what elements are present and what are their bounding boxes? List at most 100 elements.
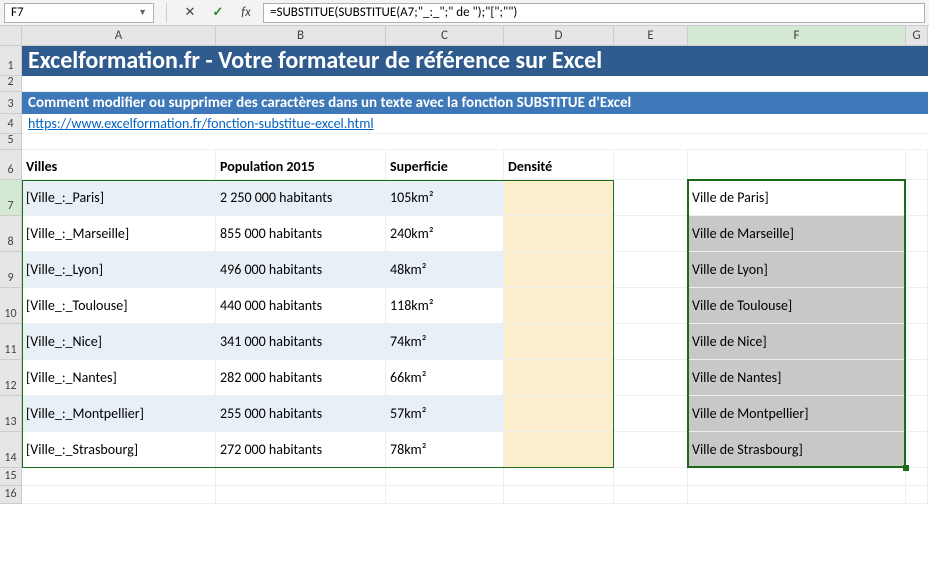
cell-sup-8[interactable]: 240km² [386, 216, 504, 252]
col-header-D[interactable]: D [504, 26, 614, 46]
cell-F9[interactable]: Ville de Lyon] [688, 252, 906, 288]
row-header-2[interactable]: 2 [0, 76, 22, 92]
cell-G16[interactable] [906, 486, 928, 504]
cell-E16[interactable] [614, 486, 688, 504]
formula-input[interactable]: =SUBSTITUE(SUBSTITUE(A7;"_:_";" de ");"[… [263, 3, 925, 23]
row-header-5[interactable]: 5 [0, 134, 22, 150]
cell-D15[interactable] [504, 468, 614, 486]
header-villes[interactable]: Villes [22, 150, 216, 180]
cell-E13[interactable] [614, 396, 688, 432]
cell-G9[interactable] [906, 252, 928, 288]
cell-sup-13[interactable]: 57km² [386, 396, 504, 432]
cell-E9[interactable] [614, 252, 688, 288]
cell-A15[interactable] [22, 468, 216, 486]
cell-dens-13[interactable] [504, 396, 614, 432]
row-header-16[interactable]: 16 [0, 486, 22, 504]
cell-B15[interactable] [216, 468, 386, 486]
cell-G10[interactable] [906, 288, 928, 324]
cell-D16[interactable] [504, 486, 614, 504]
cell-sup-14[interactable]: 78km² [386, 432, 504, 468]
col-header-G[interactable]: G [906, 26, 928, 46]
cell-dens-12[interactable] [504, 360, 614, 396]
cell-dens-8[interactable] [504, 216, 614, 252]
cell-dens-11[interactable] [504, 324, 614, 360]
cell-E12[interactable] [614, 360, 688, 396]
cell-ville-8[interactable]: [Ville_:_Marseille] [22, 216, 216, 252]
row-header-1[interactable]: 1 [0, 46, 22, 76]
cell-G8[interactable] [906, 216, 928, 252]
row-header-12[interactable]: 12 [0, 360, 22, 396]
header-dens[interactable]: Densité [504, 150, 614, 180]
name-box[interactable]: F7 ▼ [4, 3, 154, 23]
cell-G6[interactable] [906, 150, 928, 180]
cell-sup-10[interactable]: 118km² [386, 288, 504, 324]
row-header-6[interactable]: 6 [0, 150, 22, 180]
col-header-A[interactable]: A [22, 26, 216, 46]
spreadsheet-grid[interactable]: A B C D E F G 1 Excelformation.fr - Votr… [0, 26, 929, 504]
cell-dens-14[interactable] [504, 432, 614, 468]
col-header-E[interactable]: E [614, 26, 688, 46]
cell-F11[interactable]: Ville de Nice] [688, 324, 906, 360]
cell-ville-13[interactable]: [Ville_:_Montpellier] [22, 396, 216, 432]
link-cell[interactable]: https://www.excelformation.fr/fonction-s… [22, 114, 928, 134]
blank-row-5[interactable] [22, 134, 928, 150]
row-header-9[interactable]: 9 [0, 252, 22, 288]
cell-G13[interactable] [906, 396, 928, 432]
chevron-down-icon[interactable]: ▼ [138, 7, 147, 18]
cell-G14[interactable] [906, 432, 928, 468]
cell-sup-7[interactable]: 105km² [386, 180, 504, 216]
cell-ville-14[interactable]: [Ville_:_Strasbourg] [22, 432, 216, 468]
cell-ville-9[interactable]: [Ville_:_Lyon] [22, 252, 216, 288]
row-header-8[interactable]: 8 [0, 216, 22, 252]
cell-B16[interactable] [216, 486, 386, 504]
cell-G12[interactable] [906, 360, 928, 396]
row-header-10[interactable]: 10 [0, 288, 22, 324]
cell-F15[interactable] [688, 468, 906, 486]
subtitle-cell[interactable]: Comment modifier ou supprimer des caract… [22, 92, 928, 114]
cell-F16[interactable] [688, 486, 906, 504]
cell-F14[interactable]: Ville de Strasbourg] [688, 432, 906, 468]
title-cell[interactable]: Excelformation.fr - Votre formateur de r… [22, 46, 928, 76]
cell-sup-9[interactable]: 48km² [386, 252, 504, 288]
cell-G11[interactable] [906, 324, 928, 360]
cell-dens-7[interactable] [504, 180, 614, 216]
cell-F7[interactable]: Ville de Paris] [688, 180, 906, 216]
cell-E6[interactable] [614, 150, 688, 180]
fx-icon[interactable]: fx [235, 3, 257, 23]
cell-F12[interactable]: Ville de Nantes] [688, 360, 906, 396]
blank-row-2[interactable] [22, 76, 928, 92]
cell-E15[interactable] [614, 468, 688, 486]
cell-F6[interactable] [688, 150, 906, 180]
cell-A16[interactable] [22, 486, 216, 504]
col-header-B[interactable]: B [216, 26, 386, 46]
cell-pop-8[interactable]: 855 000 habitants [216, 216, 386, 252]
cell-F8[interactable]: Ville de Marseille] [688, 216, 906, 252]
cell-pop-13[interactable]: 255 000 habitants [216, 396, 386, 432]
cell-sup-12[interactable]: 66km² [386, 360, 504, 396]
cell-C16[interactable] [386, 486, 504, 504]
accept-icon[interactable]: ✓ [207, 3, 229, 23]
cell-C15[interactable] [386, 468, 504, 486]
cell-G15[interactable] [906, 468, 928, 486]
cell-pop-11[interactable]: 341 000 habitants [216, 324, 386, 360]
col-header-C[interactable]: C [386, 26, 504, 46]
cell-F13[interactable]: Ville de Montpellier] [688, 396, 906, 432]
cell-dens-9[interactable] [504, 252, 614, 288]
cell-ville-10[interactable]: [Ville_:_Toulouse] [22, 288, 216, 324]
cell-dens-10[interactable] [504, 288, 614, 324]
row-header-15[interactable]: 15 [0, 468, 22, 486]
cell-pop-9[interactable]: 496 000 habitants [216, 252, 386, 288]
select-all-corner[interactable] [0, 26, 22, 46]
cell-sup-11[interactable]: 74km² [386, 324, 504, 360]
cell-pop-10[interactable]: 440 000 habitants [216, 288, 386, 324]
cell-pop-14[interactable]: 272 000 habitants [216, 432, 386, 468]
cell-G7[interactable] [906, 180, 928, 216]
cell-E11[interactable] [614, 324, 688, 360]
cell-pop-12[interactable]: 282 000 habitants [216, 360, 386, 396]
col-header-F[interactable]: F [688, 26, 906, 46]
row-header-11[interactable]: 11 [0, 324, 22, 360]
cell-ville-12[interactable]: [Ville_:_Nantes] [22, 360, 216, 396]
cell-ville-7[interactable]: [Ville_:_Paris] [22, 180, 216, 216]
header-pop[interactable]: Population 2015 [216, 150, 386, 180]
row-header-13[interactable]: 13 [0, 396, 22, 432]
